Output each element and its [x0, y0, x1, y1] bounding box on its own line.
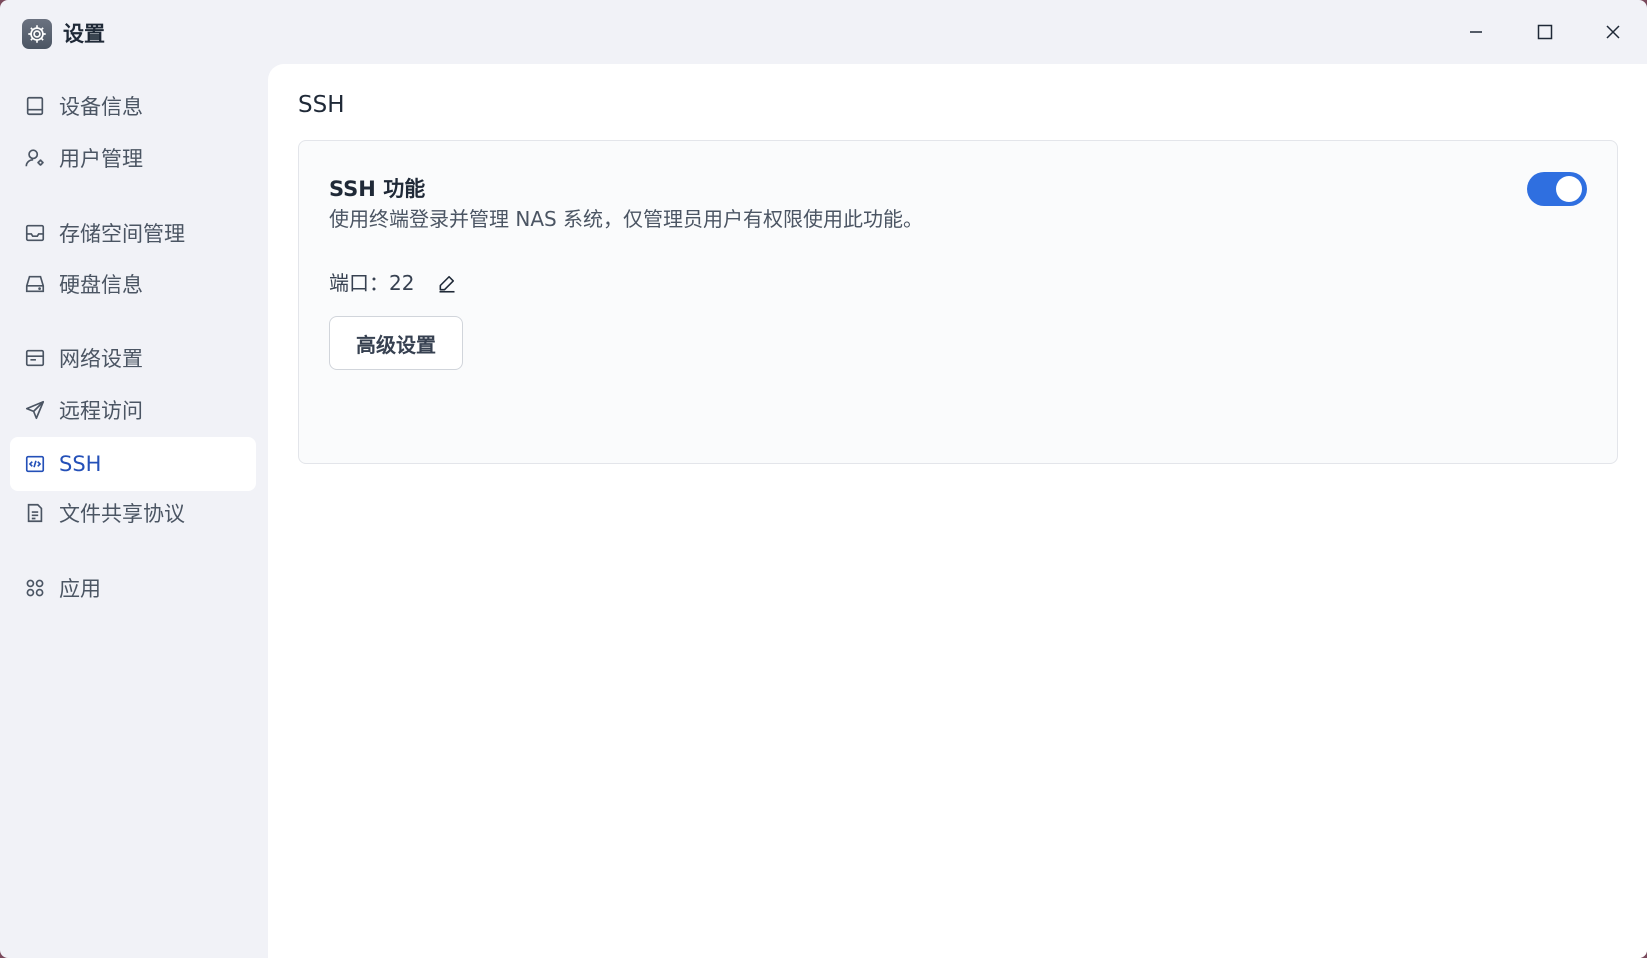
- device-info-icon: [23, 94, 47, 118]
- minimize-button[interactable]: [1453, 14, 1499, 50]
- sidebar-item-label: 远程访问: [59, 399, 143, 423]
- document-icon: [23, 501, 47, 525]
- sidebar-item-label: 存储空间管理: [59, 222, 185, 246]
- close-button[interactable]: [1590, 14, 1636, 50]
- sidebar: 设备信息 用户管理 存储空间管理 硬盘信息 网络设置 远程访问 SSH 文件共享…: [0, 64, 268, 958]
- network-icon: [23, 346, 47, 370]
- page-title: SSH: [298, 92, 345, 118]
- sidebar-item-ssh[interactable]: SSH: [10, 437, 256, 491]
- sidebar-item-label: 设备信息: [59, 95, 143, 119]
- gear-icon: [22, 19, 52, 49]
- toggle-knob: [1556, 176, 1582, 202]
- minimize-icon: [1470, 31, 1482, 33]
- sidebar-item-apps[interactable]: 应用: [10, 561, 256, 615]
- sidebar-item-storage-management[interactable]: 存储空间管理: [10, 206, 256, 260]
- port-label: 端口：: [329, 271, 389, 295]
- close-icon: [1606, 25, 1620, 39]
- window-title: 设置: [63, 22, 105, 46]
- hard-disk-icon: [23, 272, 47, 296]
- port-value: 22: [389, 271, 415, 295]
- sidebar-item-remote-access[interactable]: 远程访问: [10, 383, 256, 437]
- sidebar-item-label: 硬盘信息: [59, 273, 143, 297]
- apps-icon: [23, 576, 47, 600]
- sidebar-item-label: 用户管理: [59, 147, 143, 171]
- sidebar-item-device-info[interactable]: 设备信息: [10, 79, 256, 133]
- sidebar-item-label: 文件共享协议: [59, 502, 185, 526]
- maximize-icon: [1537, 24, 1553, 40]
- user-icon: [23, 146, 47, 170]
- ssh-settings-card: SSH 功能 使用终端登录并管理 NAS 系统，仅管理员用户有权限使用此功能。 …: [298, 140, 1618, 464]
- sidebar-item-user-management[interactable]: 用户管理: [10, 131, 256, 185]
- sidebar-item-label: 应用: [59, 577, 101, 601]
- send-icon: [23, 398, 47, 422]
- sidebar-item-file-sharing[interactable]: 文件共享协议: [10, 486, 256, 540]
- feature-title: SSH 功能: [329, 177, 426, 201]
- edit-port-icon[interactable]: [436, 272, 458, 294]
- settings-window: 设置 设备信息 用户管理 存储空间管理 硬盘信息 网络设置 远程访问 SSH 文…: [0, 0, 1647, 958]
- code-icon: [23, 452, 47, 476]
- port-row: 端口： 22: [329, 269, 458, 297]
- maximize-button[interactable]: [1522, 14, 1568, 50]
- sidebar-item-label: SSH: [59, 452, 102, 476]
- ssh-enable-toggle[interactable]: [1527, 172, 1587, 206]
- sidebar-item-label: 网络设置: [59, 347, 143, 371]
- advanced-settings-button[interactable]: 高级设置: [329, 316, 463, 370]
- sidebar-item-disk-info[interactable]: 硬盘信息: [10, 257, 256, 311]
- feature-description: 使用终端登录并管理 NAS 系统，仅管理员用户有权限使用此功能。: [329, 207, 924, 231]
- sidebar-item-network-settings[interactable]: 网络设置: [10, 331, 256, 385]
- title-bar[interactable]: 设置: [0, 0, 1647, 64]
- storage-tray-icon: [23, 221, 47, 245]
- main-panel: SSH SSH 功能 使用终端登录并管理 NAS 系统，仅管理员用户有权限使用此…: [268, 64, 1647, 958]
